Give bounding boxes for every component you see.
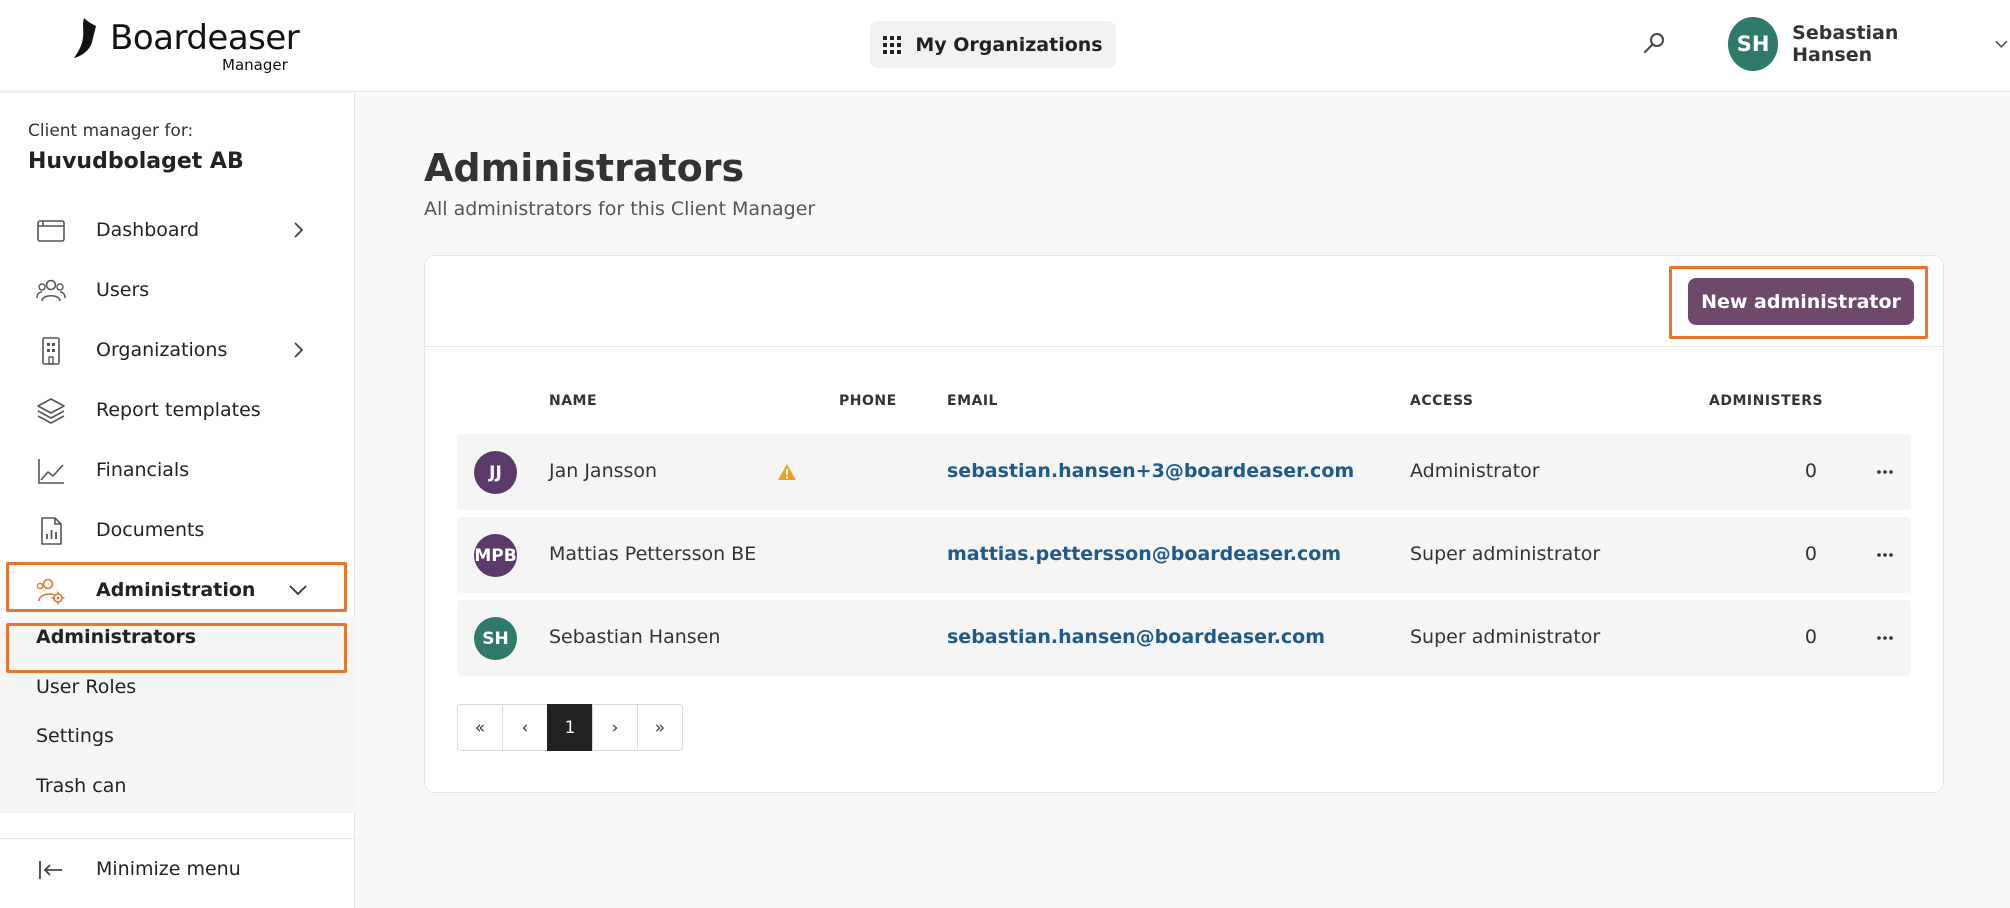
apps-grid-icon [883,35,902,54]
document-chart-icon [41,517,62,545]
my-organizations-label: My Organizations [915,33,1103,56]
search-icon[interactable] [1640,30,1668,58]
chevron-right-icon [294,222,304,238]
column-header-administers[interactable]: ADMINISTERS [1709,393,1823,409]
sidebar-item-label: Report templates [96,399,261,421]
client-manager-label: Client manager for: [28,121,194,141]
users-icon [36,279,66,302]
new-administrator-highlight [1669,266,1928,339]
row-administers: 0 [1804,626,1817,648]
previous-page-button[interactable]: ‹ [502,704,548,751]
avatar: JJ [474,451,517,494]
row-administers: 0 [1804,543,1817,565]
avatar: SH [474,617,517,660]
row-access: Super administrator [1410,626,1601,648]
sidebar-item-financials[interactable]: Financials [0,443,355,497]
more-options-icon[interactable] [1875,462,1895,482]
administration-highlight [6,562,347,612]
submenu-item-settings[interactable]: Settings [36,725,114,747]
page-1-button[interactable]: 1 [547,704,593,751]
browser-window-icon [37,220,65,242]
minimize-menu-button[interactable]: Minimize menu [0,842,355,896]
client-name: Huvudbolaget AB [28,149,244,174]
submenu-item-user-roles[interactable]: User Roles [36,676,136,698]
top-bar: Boardeaser Manager My Organizations SH S… [0,0,2010,92]
chevron-down-icon [1995,40,2008,48]
sidebar-item-report-templates[interactable]: Report templates [0,383,355,437]
boardeaser-logo[interactable]: Boardeaser Manager [70,14,300,74]
logo-mark-icon [74,18,96,58]
logo-subtitle: Manager [222,56,288,74]
row-email[interactable]: mattias.pettersson@boardeaser.com [947,543,1341,565]
sidebar-item-label: Users [96,279,150,301]
card-divider [425,346,1943,347]
first-page-button[interactable]: « [457,704,503,751]
row-name: Mattias Pettersson BE [549,543,757,565]
page-title: Administrators [424,146,745,190]
last-page-button[interactable]: » [637,704,683,751]
table-row[interactable]: SH Sebastian Hansen sebastian.hansen@boa… [457,600,1911,676]
building-icon [42,337,60,365]
user-avatar: SH [1728,17,1779,71]
logo-name: Boardeaser [110,18,300,58]
minimize-menu-label: Minimize menu [96,858,241,880]
sidebar-item-label: Financials [96,459,190,481]
table-row[interactable]: JJ Jan Jansson sebastian.hansen+3@boarde… [457,434,1911,510]
table-row[interactable]: MPB Mattias Pettersson BE mattias.petter… [457,517,1911,593]
sidebar-item-dashboard[interactable]: Dashboard [0,203,355,257]
warning-icon [778,464,796,480]
avatar: MPB [474,534,517,577]
column-header-phone[interactable]: PHONE [839,393,897,409]
column-header-name[interactable]: NAME [549,393,597,409]
submenu-item-trash-can[interactable]: Trash can [36,775,126,797]
administrators-highlight [6,623,347,673]
row-name: Sebastian Hansen [549,626,721,648]
sidebar-item-label: Documents [96,519,205,541]
sidebar-item-label: Organizations [96,339,228,361]
more-options-icon[interactable] [1875,628,1895,648]
user-name: Sebastian Hansen [1792,22,1899,66]
sidebar-item-users[interactable]: Users [0,263,355,317]
row-access: Super administrator [1410,543,1601,565]
pagination: « ‹ 1 › » [457,704,683,751]
row-email[interactable]: sebastian.hansen+3@boardeaser.com [947,460,1354,482]
user-menu[interactable]: SH Sebastian Hansen [1728,16,2010,72]
chevron-right-icon [294,342,304,358]
sidebar-item-organizations[interactable]: Organizations [0,323,355,377]
more-options-icon[interactable] [1875,545,1895,565]
sidebar-item-label: Dashboard [96,219,200,241]
row-administers: 0 [1804,460,1817,482]
collapse-left-icon [39,861,62,879]
administrators-card: New administrator NAME PHONE EMAIL ACCES… [424,255,1944,793]
column-header-email[interactable]: EMAIL [947,393,998,409]
page-subtitle: All administrators for this Client Manag… [424,198,816,220]
row-email[interactable]: sebastian.hansen@boardeaser.com [947,626,1325,648]
my-organizations-button[interactable]: My Organizations [870,21,1116,68]
next-page-button[interactable]: › [592,704,638,751]
sidebar: Client manager for: Huvudbolaget AB Dash… [0,93,355,908]
column-header-access[interactable]: ACCESS [1410,393,1473,409]
row-access: Administrator [1410,460,1540,482]
sidebar-item-documents[interactable]: Documents [0,503,355,557]
sidebar-divider [0,838,355,839]
row-name: Jan Jansson [549,460,658,482]
line-chart-icon [38,459,64,484]
layers-icon [37,398,65,424]
